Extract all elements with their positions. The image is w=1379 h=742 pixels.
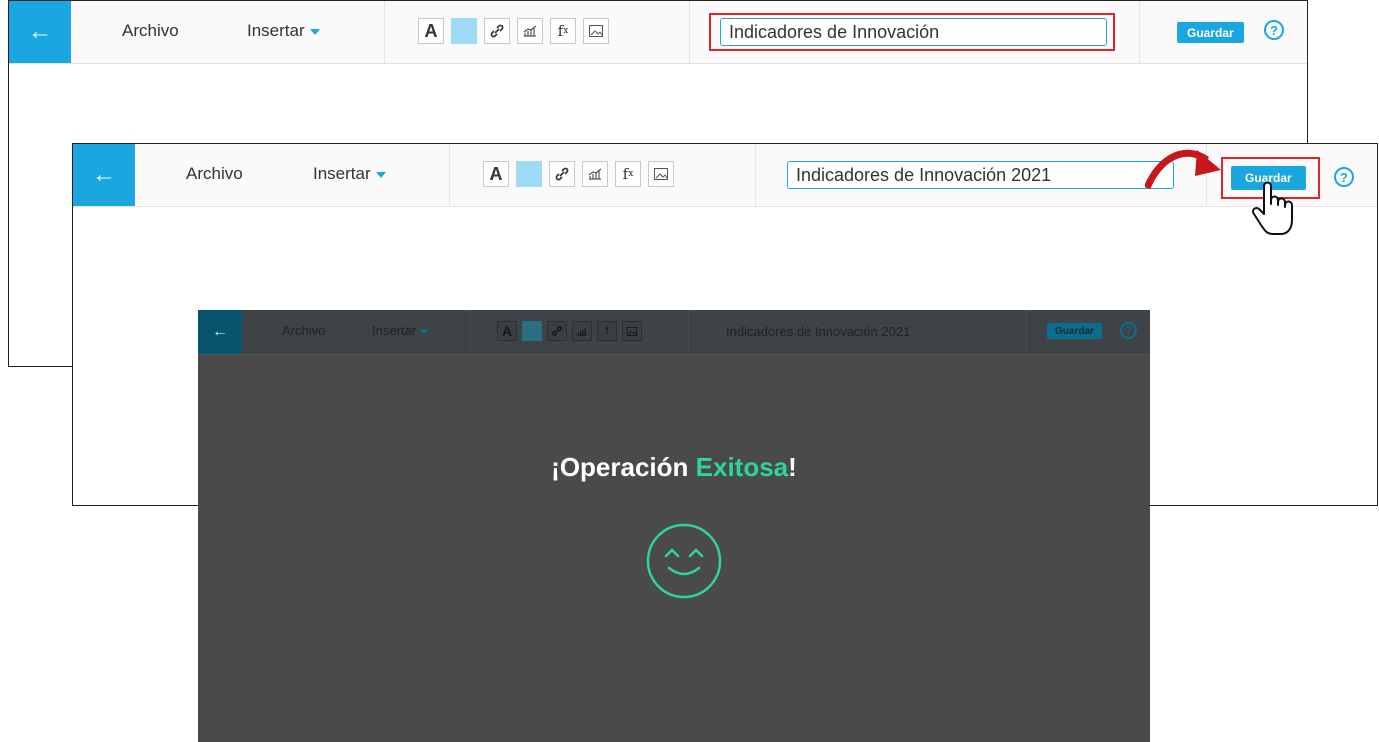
success-message: ¡Operación Exitosa! — [198, 452, 1150, 483]
chart-icon — [572, 321, 592, 341]
formula-icon: f — [597, 321, 617, 341]
menu-insertar-label: Insertar — [372, 323, 417, 338]
save-button[interactable]: Guardar — [1177, 22, 1244, 43]
format-tools: A f — [497, 321, 642, 341]
success-overlay: ← Archivo Insertar A f Indicadores de In… — [198, 310, 1150, 742]
formula-icon[interactable]: fx — [550, 18, 576, 44]
back-button[interactable]: ← — [73, 144, 135, 206]
format-tools: A fx — [418, 18, 609, 44]
fill-color-icon[interactable] — [451, 18, 477, 44]
help-icon: ? — [1120, 322, 1137, 339]
menu-archivo[interactable]: Archivo — [122, 21, 179, 41]
success-prefix: ¡Operación — [551, 452, 696, 482]
divider — [1026, 310, 1027, 354]
divider — [470, 310, 471, 354]
success-suffix: ! — [788, 452, 797, 482]
divider — [449, 144, 450, 206]
link-icon[interactable] — [549, 161, 575, 187]
toolbar: ← Archivo Insertar A fx Guardar ? — [9, 1, 1307, 64]
link-icon — [547, 321, 567, 341]
formula-icon[interactable]: fx — [615, 161, 641, 187]
fill-color-icon — [522, 321, 542, 341]
highlight-box — [709, 13, 1115, 51]
format-tools: A fx — [483, 161, 674, 187]
save-button: Guardar — [1047, 323, 1102, 339]
menu-insertar-label: Insertar — [247, 21, 305, 40]
caret-down-icon — [309, 28, 320, 35]
formula-f: f — [605, 325, 609, 337]
menu-insertar[interactable]: Insertar — [313, 164, 386, 184]
caret-down-icon — [420, 329, 429, 335]
document-title: Indicadores de Innovación 2021 — [726, 324, 911, 339]
chart-icon[interactable] — [582, 161, 608, 187]
menu-archivo: Archivo — [282, 323, 326, 338]
image-icon[interactable] — [583, 18, 609, 44]
link-icon[interactable] — [484, 18, 510, 44]
image-icon[interactable] — [648, 161, 674, 187]
divider — [1139, 1, 1140, 63]
divider — [689, 1, 690, 63]
arrow-left-icon: ← — [212, 323, 228, 340]
hand-pointer-icon — [1251, 181, 1293, 235]
fill-color-icon[interactable] — [516, 161, 542, 187]
menu-archivo[interactable]: Archivo — [186, 164, 243, 184]
smiley-face-icon — [646, 523, 722, 599]
chart-icon[interactable] — [517, 18, 543, 44]
image-icon — [622, 321, 642, 341]
back-button: ← — [198, 310, 242, 354]
help-icon[interactable]: ? — [1264, 20, 1284, 40]
menu-insertar-label: Insertar — [313, 164, 371, 183]
text-format-icon[interactable]: A — [418, 18, 444, 44]
text-format-icon[interactable]: A — [483, 161, 509, 187]
divider — [688, 310, 689, 354]
back-button[interactable]: ← — [9, 1, 71, 63]
caret-down-icon — [375, 171, 386, 178]
arrow-left-icon: ← — [92, 161, 116, 188]
document-title-input[interactable] — [787, 161, 1174, 189]
help-icon[interactable]: ? — [1334, 167, 1354, 187]
formula-sub: x — [628, 169, 634, 179]
menu-insertar: Insertar — [372, 323, 429, 338]
success-accent: Exitosa — [695, 452, 789, 482]
divider — [384, 1, 385, 63]
formula-sub: x — [563, 26, 569, 36]
divider — [755, 144, 756, 206]
curved-arrow-icon — [1145, 149, 1221, 190]
dimmed-toolbar: ← Archivo Insertar A f Indicadores de In… — [198, 310, 1150, 355]
menu-insertar[interactable]: Insertar — [247, 21, 320, 41]
arrow-left-icon: ← — [28, 18, 52, 45]
text-format-icon: A — [497, 321, 517, 341]
